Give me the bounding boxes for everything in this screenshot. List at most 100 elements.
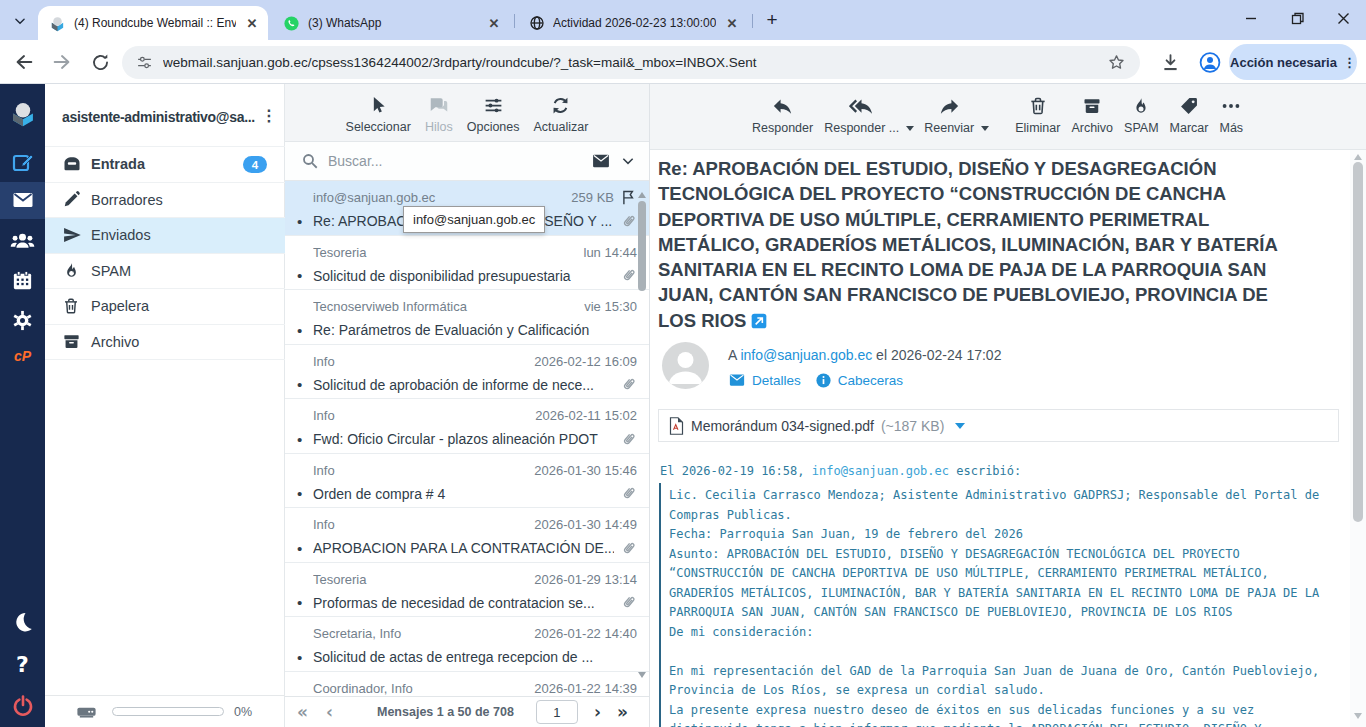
action-needed-button[interactable]: Acción necesaria ⋮ (1229, 44, 1357, 80)
forward-button[interactable]: Reenviar (924, 84, 974, 149)
dark-mode-moon-icon[interactable] (0, 602, 45, 642)
unread-dot: • (297, 213, 313, 230)
calendar-icon[interactable] (0, 260, 45, 300)
attachment-bar[interactable]: Memorándum 034-signed.pdf (~187 KB) (658, 409, 1339, 442)
reader-scroll-up-icon[interactable] (1354, 154, 1362, 160)
prev-page-icon[interactable]: ‹ (326, 702, 333, 722)
archive-button[interactable]: Archivo (1071, 84, 1113, 149)
attachment-name[interactable]: Memorándum 034-signed.pdf (691, 418, 874, 434)
next-page-icon[interactable]: › (594, 702, 601, 722)
select-button[interactable]: Seleccionar (346, 84, 411, 141)
new-tab-button[interactable]: + (760, 8, 784, 32)
list-scroll-up-icon[interactable] (638, 192, 646, 198)
flag-icon[interactable] (620, 189, 637, 206)
contacts-icon[interactable] (0, 220, 45, 260)
recipient-line: A info@sanjuan.gob.ec el 2026-02-24 17:0… (728, 347, 1001, 363)
reply-all-menu-caret[interactable] (906, 126, 914, 131)
folder-enviados[interactable]: Enviados (45, 218, 285, 254)
more-button[interactable]: Más (1219, 84, 1243, 149)
message-row[interactable]: info@sanjuan.gob.ec 259 KB • Re: APROBAC… (285, 181, 649, 236)
folder-borradores[interactable]: Borradores (45, 183, 285, 219)
window-maximize-button[interactable] (1274, 0, 1320, 36)
delete-button[interactable]: Eliminar (1015, 84, 1060, 149)
mail-icon[interactable] (0, 180, 45, 220)
tab-roundcube[interactable]: (4) Roundcube Webmail :: Envia ✕ (38, 6, 268, 40)
tab-close-icon[interactable]: ✕ (243, 14, 261, 32)
options-button[interactable]: Opciones (467, 84, 520, 141)
reader-pane: Responder Responder ... Reenviar Elimina… (650, 84, 1366, 727)
unread-dot: • (297, 267, 313, 284)
reader-scrollbar[interactable] (1350, 150, 1366, 727)
back-icon[interactable] (12, 50, 36, 74)
last-page-icon[interactable]: » (617, 702, 628, 722)
forward-menu-caret[interactable] (981, 126, 989, 131)
reader-scrollbar-thumb[interactable] (1353, 162, 1363, 522)
account-menu-icon[interactable]: ⋮ (261, 106, 277, 125)
refresh-button[interactable]: Actualizar (534, 84, 589, 141)
spam-button[interactable]: SPAM (1124, 84, 1159, 149)
message-row[interactable]: Secretaria, Info2026-01-22 14:40 •Solici… (285, 617, 649, 672)
subject-fragment: Re: APROBACI (313, 213, 410, 229)
reply-all-button[interactable]: Responder ... (824, 84, 899, 149)
compose-icon[interactable] (0, 143, 45, 183)
headers-link[interactable]: Cabeceras (838, 373, 903, 388)
list-scrollbar-thumb[interactable] (638, 201, 646, 291)
folder-entrada[interactable]: Entrada 4 (45, 147, 285, 183)
quote-header: El 2026-02-19 16:58, info@sanjuan.gob.ec… (660, 464, 1021, 478)
message-row[interactable]: Info2026-02-11 15:02 •Fwd: Oficio Circul… (285, 399, 649, 454)
tab-search-button[interactable] (8, 9, 32, 33)
message-row[interactable]: Tesoreria2026-01-29 13:14 •Proformas de … (285, 563, 649, 618)
reply-button[interactable]: Responder (752, 84, 813, 149)
attachment-menu-caret[interactable] (955, 423, 965, 429)
message-row[interactable]: Tesorerialun 14:44 •Solicitud de disponi… (285, 236, 649, 291)
message-row[interactable]: Info2026-01-30 15:46 •Orden de compra # … (285, 454, 649, 509)
quoted-sender-link[interactable]: info@sanjuan.gob.ec (812, 464, 949, 478)
pill-menu-icon[interactable]: ⋮ (1343, 55, 1356, 70)
reload-icon[interactable] (88, 50, 112, 74)
unread-dot: • (297, 649, 313, 666)
message-row[interactable]: Tecnoserviweb Informáticavie 15:30 •Re: … (285, 290, 649, 345)
page-input[interactable] (536, 700, 578, 724)
window-close-button[interactable] (1320, 0, 1366, 36)
reader-scroll-down-icon[interactable] (1354, 713, 1362, 719)
download-icon[interactable] (1158, 50, 1182, 74)
window-minimize-button[interactable] (1228, 0, 1274, 36)
profile-icon[interactable] (1198, 50, 1222, 74)
folder-papelera[interactable]: Papelera (45, 289, 285, 325)
recipient-link[interactable]: info@sanjuan.gob.ec (740, 347, 872, 363)
tab-actividad[interactable]: Actividad 2026-02-23 13:00:00 ✕ (518, 6, 748, 40)
bookmark-star-icon[interactable] (1107, 53, 1126, 72)
help-icon[interactable]: ? (0, 644, 45, 684)
subject-text: Re: APROBACIÓN DEL ESTUDIO, DISEÑO Y DES… (658, 158, 1278, 331)
threads-button[interactable]: Hilos (425, 84, 453, 141)
list-scroll-down-icon[interactable] (638, 672, 646, 678)
message-row[interactable]: Info2026-02-12 16:09 •Solicitud de aprob… (285, 345, 649, 400)
tab-close-icon[interactable]: ✕ (485, 14, 503, 32)
date: 2026-01-29 13:14 (534, 572, 637, 587)
settings-gear-icon[interactable] (0, 300, 45, 340)
message-row[interactable]: Coordinador, Info2026-01-22 14:39 (285, 672, 649, 697)
message-row[interactable]: Info2026-01-30 14:49 •APROBACION PARA LA… (285, 508, 649, 563)
url-text: webmail.sanjuan.gob.ec/cpsess1364244002/… (163, 55, 1107, 70)
tab-whatsapp[interactable]: (3) WhatsApp ✕ (272, 6, 510, 40)
search-bar[interactable]: Buscar... (285, 142, 649, 181)
cpanel-icon[interactable]: cP (0, 336, 45, 376)
search-options-chevron-icon[interactable] (621, 154, 635, 168)
archive-icon (1082, 94, 1102, 118)
details-link[interactable]: Detalles (752, 373, 801, 388)
attachment-clip-icon (620, 431, 637, 448)
details-envelope-icon (728, 371, 746, 389)
tab-close-icon[interactable]: ✕ (723, 14, 741, 32)
address-bar[interactable]: webmail.sanjuan.gob.ec/cpsess1364244002/… (122, 46, 1140, 79)
mark-button[interactable]: Marcar (1170, 84, 1209, 149)
forward-icon[interactable] (50, 50, 74, 74)
external-link-icon[interactable] (751, 313, 767, 329)
message-meta-links: Detalles Cabeceras (728, 371, 903, 389)
first-page-icon[interactable]: « (297, 702, 308, 722)
scope-mail-icon[interactable] (591, 151, 611, 171)
logout-power-icon[interactable] (0, 686, 45, 726)
folder-archivo[interactable]: Archivo (45, 325, 285, 361)
folder-spam[interactable]: SPAM (45, 254, 285, 290)
site-settings-icon[interactable] (136, 54, 153, 71)
to-prefix: A (728, 347, 737, 363)
